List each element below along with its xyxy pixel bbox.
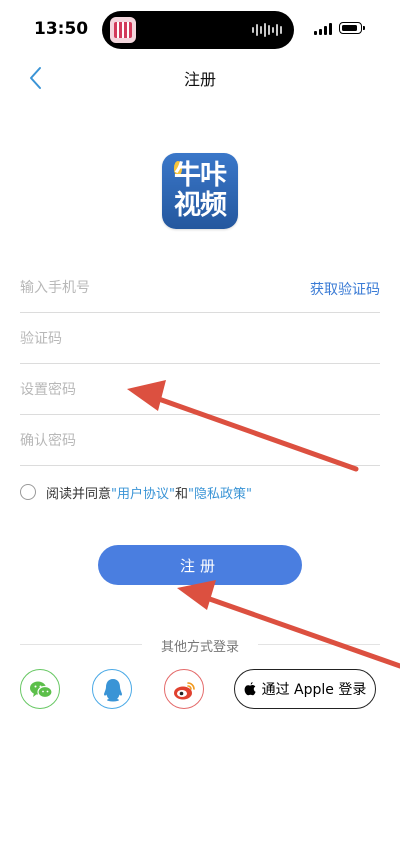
apple-login-button[interactable]: 通过 Apple 登录	[234, 669, 376, 709]
other-login-label: 其他方式登录	[160, 640, 239, 655]
verification-code-input[interactable]	[20, 314, 290, 364]
status-bar: 13:50	[0, 0, 400, 60]
password-field	[20, 365, 380, 415]
other-login-divider: 其他方式登录	[20, 635, 380, 655]
qq-login-button[interactable]	[92, 669, 132, 709]
app-logo: 牛咔 视频	[162, 153, 238, 229]
wechat-login-button[interactable]	[20, 669, 60, 709]
weibo-login-button[interactable]	[164, 669, 204, 709]
island-app-icon	[110, 17, 136, 43]
status-time: 13:50	[34, 19, 89, 39]
confirm-password-input[interactable]	[20, 416, 290, 466]
page-title: 注册	[183, 70, 216, 89]
agreement-prefix: 阅读并同意	[46, 486, 112, 502]
register-button[interactable]: 注册	[98, 545, 302, 585]
agreement-row: 阅读并同意 "用户协议" 和 "隐私政策"	[20, 481, 252, 503]
agreement-and: 和	[174, 486, 188, 502]
qq-icon	[104, 679, 122, 702]
get-code-button[interactable]: 获取验证码	[310, 279, 380, 299]
battery-icon	[339, 22, 365, 34]
divider-line-right	[258, 644, 380, 645]
user-agreement-link[interactable]: "用户协议"	[111, 483, 175, 502]
password-input[interactable]	[20, 365, 290, 415]
signal-icon	[314, 23, 332, 35]
confirm-password-field	[20, 416, 380, 466]
navigation-bar: 注册	[0, 60, 400, 94]
code-field	[20, 314, 380, 364]
phone-field: 获取验证码	[20, 263, 380, 313]
weibo-icon	[174, 682, 195, 700]
privacy-policy-link[interactable]: "隐私政策"	[188, 483, 252, 502]
wechat-icon	[30, 681, 53, 699]
audio-wave-icon	[252, 22, 282, 38]
agreement-checkbox[interactable]	[20, 484, 36, 500]
dynamic-island	[102, 11, 294, 49]
phone-input[interactable]	[20, 263, 290, 313]
apple-login-label: 通过 Apple 登录	[261, 682, 367, 698]
apple-icon	[244, 682, 256, 696]
logo-text-line1: 牛咔	[174, 160, 227, 191]
logo-text-line2: 视频	[174, 190, 227, 221]
